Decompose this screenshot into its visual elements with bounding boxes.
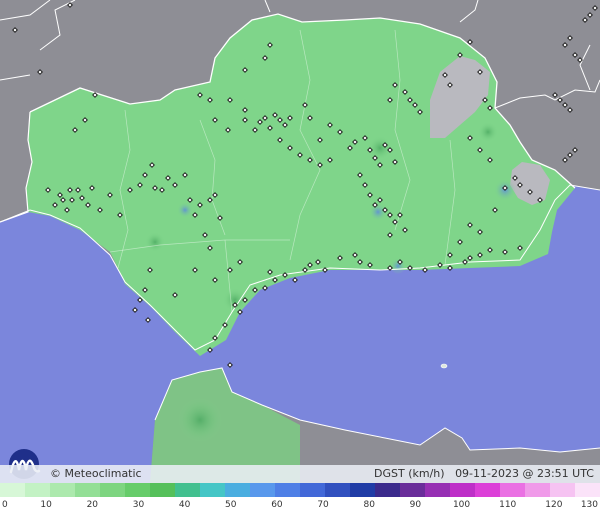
color-scale-bar — [0, 483, 600, 497]
map-info-banner: © Meteoclimatic DGST (km/h) 09-11-2023 @… — [0, 465, 600, 483]
color-scale-tick: 130 — [580, 500, 598, 510]
color-scale-tick: 0 — [2, 500, 8, 510]
color-scale-tick: 50 — [225, 500, 237, 510]
color-scale-swatch — [350, 483, 375, 497]
color-scale-swatch — [400, 483, 425, 497]
color-scale-swatch — [100, 483, 125, 497]
color-scale-tick: 90 — [409, 500, 422, 510]
color-scale-swatch — [200, 483, 225, 497]
color-scale-swatch — [450, 483, 475, 497]
color-scale-tick: 60 — [271, 500, 283, 510]
color-scale-swatch — [0, 483, 25, 497]
color-scale-swatch — [250, 483, 275, 497]
color-scale-tick: 20 — [86, 500, 99, 510]
color-scale-swatch — [550, 483, 575, 497]
color-scale-swatch — [25, 483, 50, 497]
color-scale-swatch — [475, 483, 500, 497]
color-scale-swatch — [425, 483, 450, 497]
color-scale-swatch — [150, 483, 175, 497]
color-scale-legend: 0 10 20 30 40 50 60 70 80 90 100 110 120 130 — [0, 483, 600, 517]
color-scale-swatch — [375, 483, 400, 497]
color-scale-swatch — [125, 483, 150, 497]
color-scale-swatch — [325, 483, 350, 497]
weather-map[interactable] — [0, 0, 600, 483]
color-scale-tick: 40 — [178, 500, 191, 510]
color-scale-tick: 70 — [317, 500, 329, 510]
brand-label: © Meteoclimatic — [50, 467, 142, 480]
color-scale-swatch — [575, 483, 600, 497]
color-scale-swatch — [175, 483, 200, 497]
color-scale-swatch — [225, 483, 250, 497]
color-scale-swatch — [50, 483, 75, 497]
variable-label: DGST (km/h) — [374, 467, 445, 480]
color-scale-tick: 80 — [363, 500, 375, 510]
color-scale-swatch — [75, 483, 100, 497]
color-scale-swatch — [275, 483, 300, 497]
alboran-island — [440, 363, 448, 369]
color-scale-tick: 10 — [40, 500, 52, 510]
color-scale-tick: 30 — [132, 500, 145, 510]
color-scale-tick: 110 — [499, 500, 517, 510]
color-scale-swatch — [500, 483, 525, 497]
color-scale-tick: 100 — [452, 500, 471, 510]
datetime-label: 09-11-2023 @ 23:51 UTC — [455, 467, 594, 480]
color-scale-tick: 120 — [545, 500, 563, 510]
map-meta: DGST (km/h) 09-11-2023 @ 23:51 UTC — [374, 467, 594, 480]
color-scale-swatch — [525, 483, 550, 497]
color-scale-swatch — [300, 483, 325, 497]
